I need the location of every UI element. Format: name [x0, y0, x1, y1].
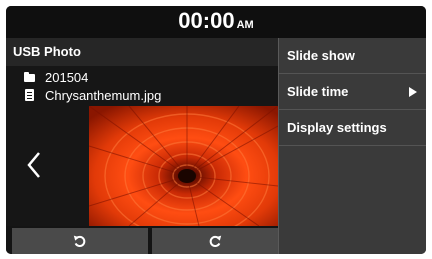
clock-ampm: AM [236, 19, 254, 31]
folder-name: 201504 [45, 69, 89, 85]
chevron-left-icon [27, 152, 40, 178]
triangle-right-icon [409, 87, 417, 97]
file-row: Chrysanthemum.jpg [6, 86, 278, 104]
file-name: Chrysanthemum.jpg [45, 87, 162, 103]
menu-item-slide-show[interactable]: Slide show [279, 38, 426, 74]
clock-time: 00:00 [178, 8, 235, 33]
menu-item-label: Display settings [287, 120, 387, 135]
menu-item-slide-time[interactable]: Slide time [279, 74, 426, 110]
rotate-left-icon [73, 235, 86, 248]
menu-item-label: Slide time [287, 84, 349, 99]
bottom-toolbar [6, 226, 278, 254]
folder-row: 201504 [6, 68, 278, 86]
folder-icon [24, 71, 36, 83]
options-menu: Slide show Slide time Display settings [278, 38, 426, 254]
page-title: USB Photo [13, 44, 81, 59]
menu-item-label: Slide show [287, 48, 355, 63]
status-bar: 00:00 AM [6, 6, 426, 38]
previous-photo-button[interactable] [20, 145, 48, 185]
chrysanthemum-photo [89, 106, 278, 226]
file-info: 201504 Chrysanthemum.jpg [6, 68, 278, 104]
rotate-left-button[interactable] [12, 228, 148, 254]
head-unit-screen: 00:00 AM USB Photo 201504 Chrysanthemum.… [6, 6, 426, 254]
menu-item-display-settings[interactable]: Display settings [279, 110, 426, 146]
photo-viewer[interactable]: 201504 Chrysanthemum.jpg [6, 66, 278, 226]
photo-header: USB Photo [6, 38, 278, 66]
file-icon [24, 89, 36, 101]
rotate-right-button[interactable] [152, 228, 278, 254]
rotate-right-icon [209, 235, 222, 248]
